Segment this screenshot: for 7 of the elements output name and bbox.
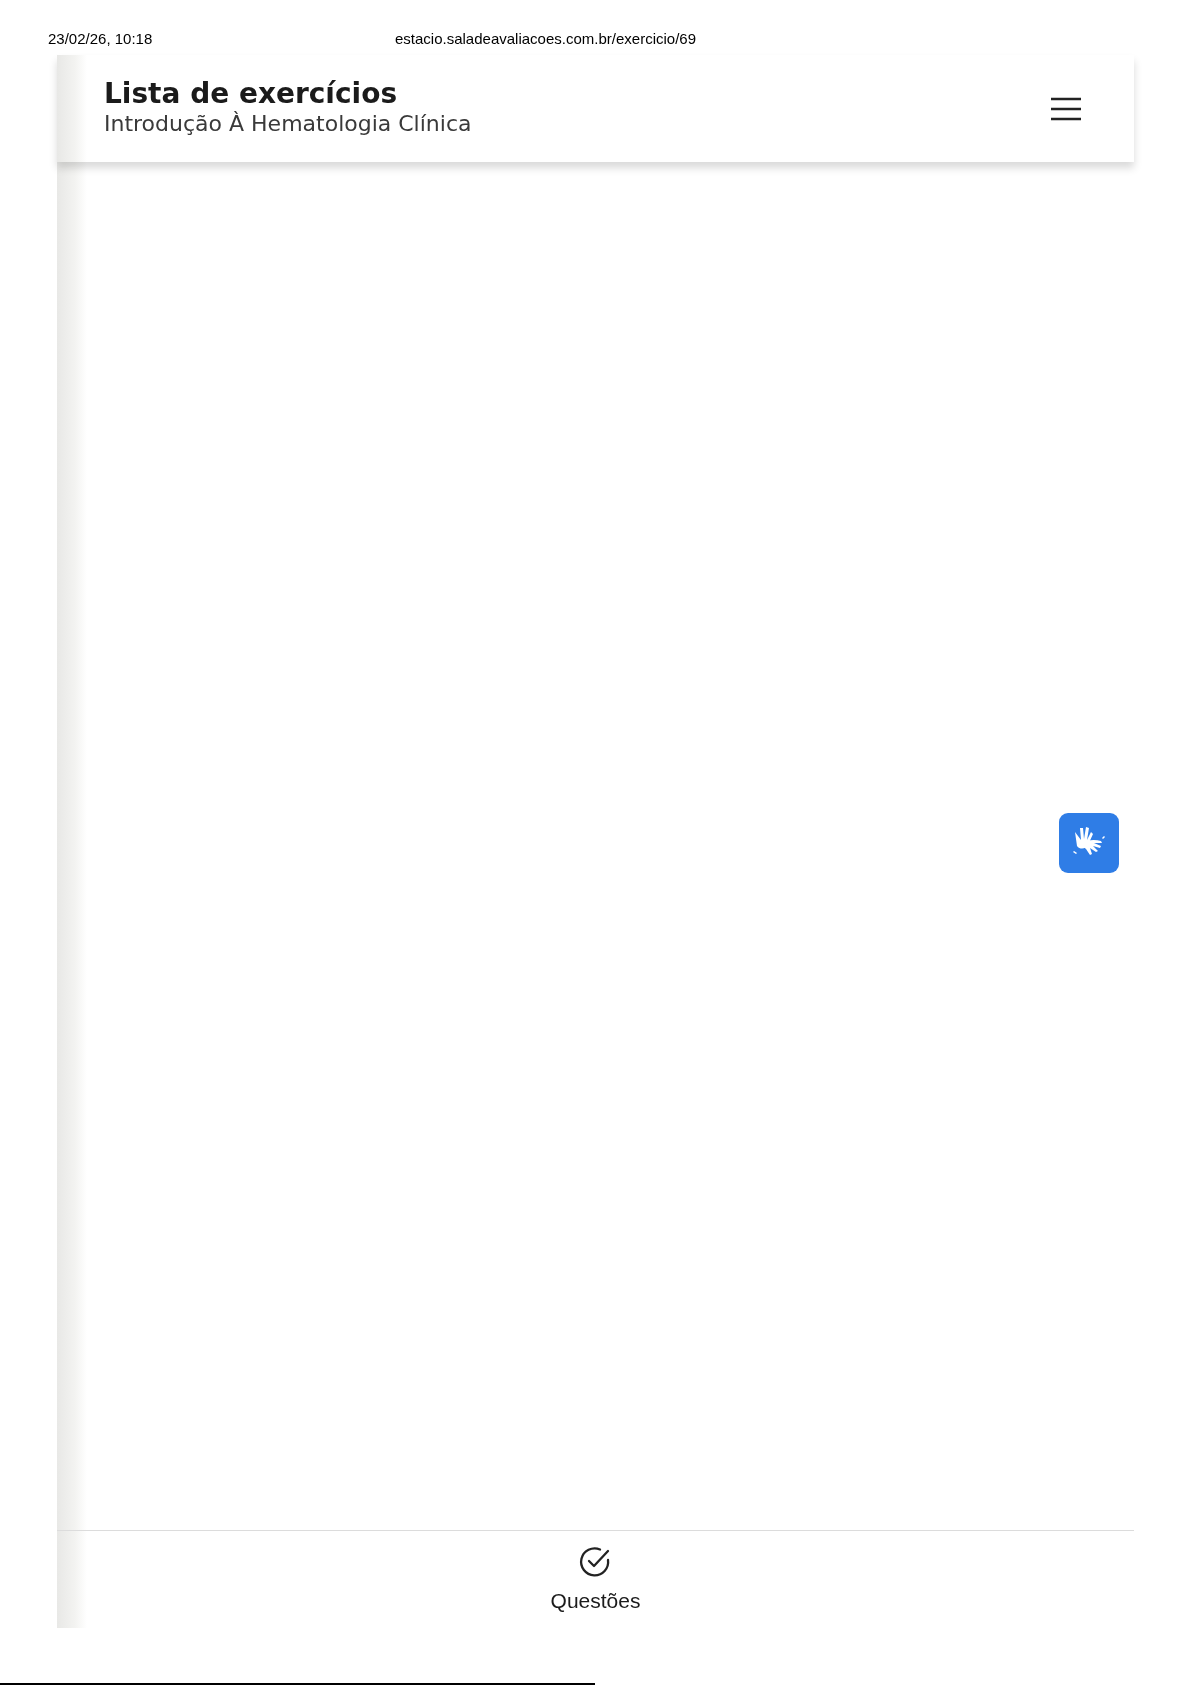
course-subtitle: Introdução À Hematologia Clínica bbox=[104, 110, 472, 139]
menu-icon bbox=[1050, 96, 1082, 121]
page-title: Lista de exercícios bbox=[104, 78, 399, 111]
questions-tab[interactable]: Questões bbox=[550, 1545, 641, 1628]
print-date-time: 23/02/26, 10:18 bbox=[48, 30, 153, 47]
sign-language-button[interactable] bbox=[1059, 813, 1119, 873]
page-url: estacio.saladeavaliacoes.com.br/exercicio/69 bbox=[395, 29, 696, 49]
